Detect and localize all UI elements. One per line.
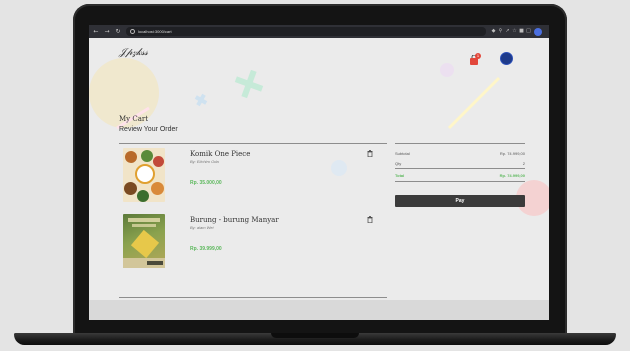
total-label: Total [395,173,405,178]
browser-toolbar: ← → ↻ localhost:3000/cart ◆ ⚲ ↗ ☆ ■ □ [89,25,549,38]
user-avatar[interactable] [500,52,513,65]
divider [395,181,525,182]
total-value: Rp. 74.999,00 [499,173,525,178]
subtotal-row: Subtotal Rp. 74.999,00 [395,151,525,156]
item-title[interactable]: Burung - burung Manyar [190,216,279,224]
book-cover-image [123,214,165,268]
divider [119,143,387,144]
zoom-icon[interactable]: ⚲ [497,27,504,36]
item-author: By: alam Wei [190,225,214,230]
address-text: localhost:3000/cart [138,29,172,34]
cart-item: Burung - burung Manyar By: alam Wei Rp. … [119,214,387,270]
divider [119,297,387,298]
back-icon[interactable]: ← [92,27,100,36]
page-subtitle: Review Your Order [119,126,178,133]
screen: ← → ↻ localhost:3000/cart ◆ ⚲ ↗ ☆ ■ □ 𝒥𝓅… [89,25,549,320]
cart-count-badge: 1 [475,53,481,59]
reload-icon[interactable]: ↻ [114,27,122,36]
page-footer-area [89,300,549,320]
brand-logo[interactable]: 𝒥𝓅𝓏𝓀𝓈𝓈 [119,47,148,58]
cart-item: Komik One Piece By: Eiichiro Oda Rp. 35.… [119,148,387,204]
item-price: Rp. 39.999,00 [190,246,222,252]
laptop-mockup: ← → ↻ localhost:3000/cart ◆ ⚲ ↗ ☆ ■ □ 𝒥𝓅… [0,0,630,351]
divider [395,143,525,144]
qty-row: Qty 2 [395,161,525,166]
page-title: My Cart [119,115,149,123]
trash-icon[interactable] [367,150,373,157]
reader-icon[interactable]: ■ [518,27,525,36]
book-cover-image [123,148,165,202]
extension-icon[interactable]: ◆ [490,27,497,36]
cart-page: 𝒥𝓅𝓏𝓀𝓈𝓈 1 My Cart Review Your Order Komik… [89,38,549,300]
total-row: Total Rp. 74.999,00 [395,173,525,178]
subtotal-value: Rp. 74.999,00 [499,151,525,156]
divider [395,168,525,169]
subtotal-label: Subtotal [395,151,410,156]
address-bar[interactable]: localhost:3000/cart [126,27,486,36]
bookmark-icon[interactable]: ☆ [511,27,518,36]
trash-icon[interactable] [367,216,373,223]
qty-value: 2 [522,161,525,166]
item-title[interactable]: Komik One Piece [190,150,250,158]
site-info-icon[interactable] [130,29,135,34]
browser-profile-icon[interactable] [534,27,542,36]
item-price: Rp. 35.000,00 [190,180,222,186]
share-icon[interactable]: ↗ [504,27,511,36]
item-author: By: Eiichiro Oda [190,159,219,164]
qty-label: Qty [395,161,402,166]
forward-icon[interactable]: → [103,27,111,36]
sidepanel-icon[interactable]: □ [525,27,532,36]
pay-button[interactable]: Pay [395,195,525,207]
